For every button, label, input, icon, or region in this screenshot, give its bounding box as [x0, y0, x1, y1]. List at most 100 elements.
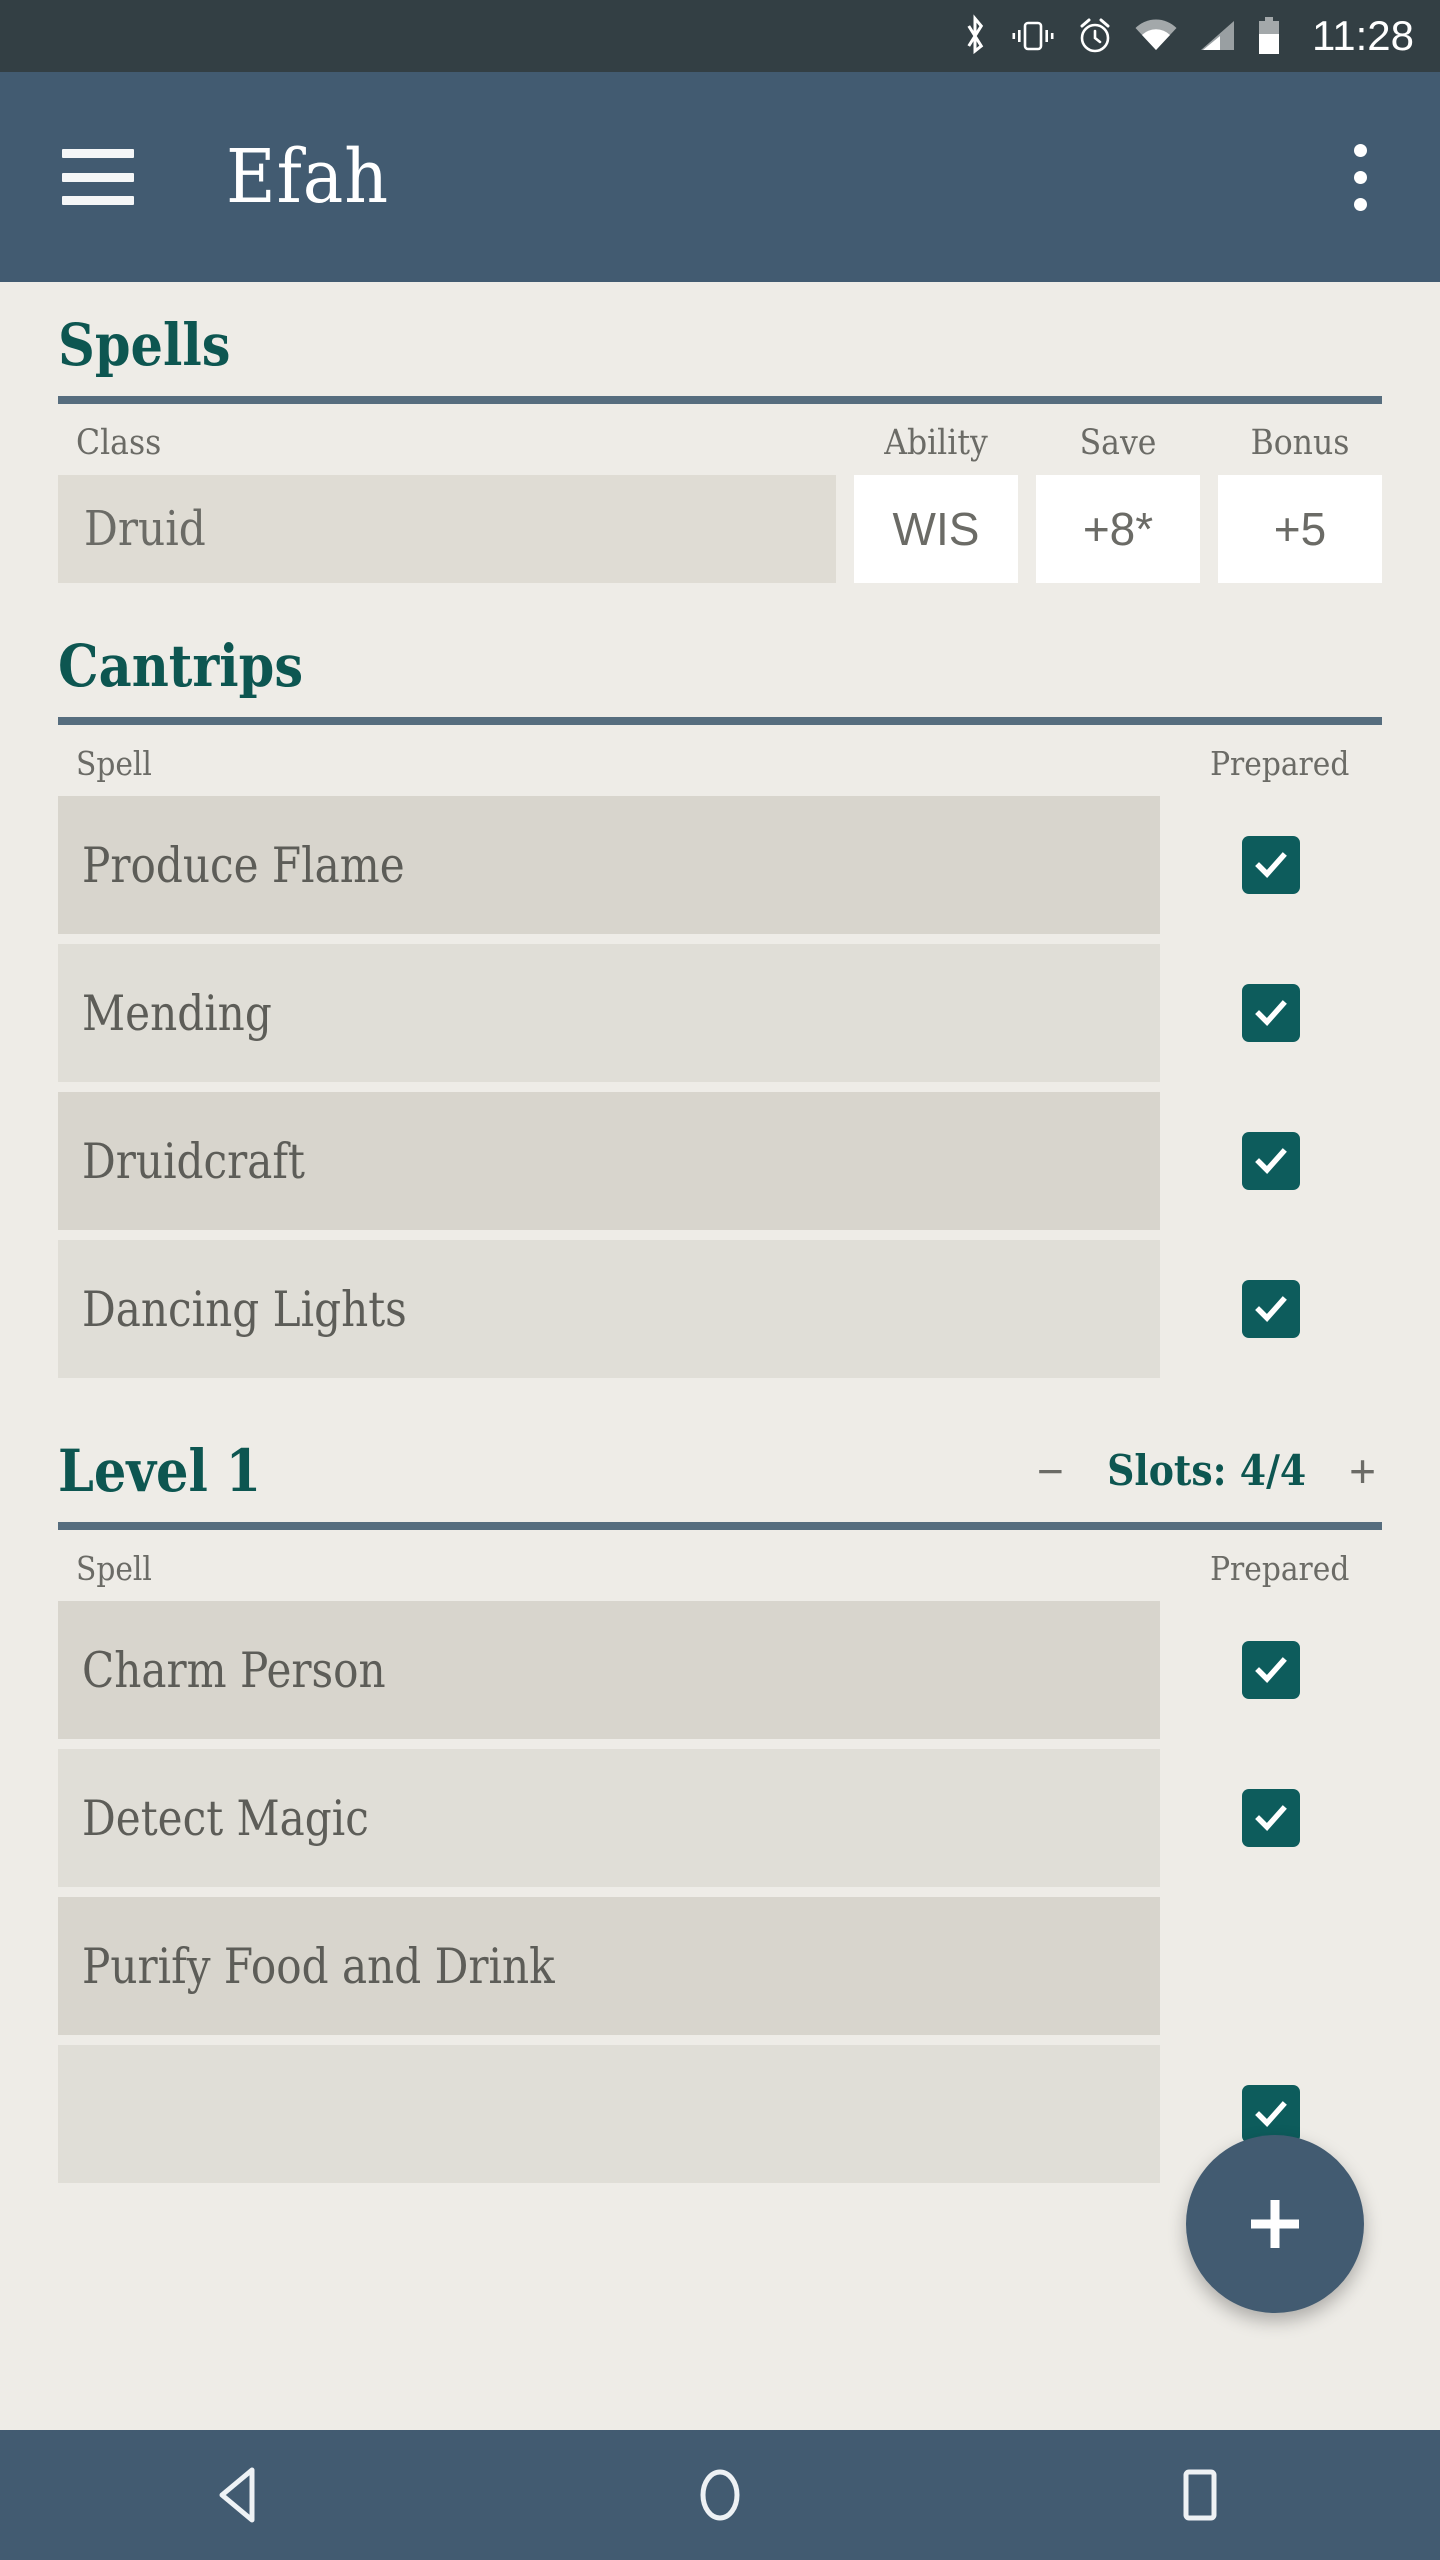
save-value: +8*: [1082, 503, 1154, 555]
spells-heading-row: Spells: [58, 316, 1382, 374]
wifi-icon: [1134, 14, 1178, 58]
page-title: Efah: [226, 134, 390, 220]
home-circle-icon: [700, 2469, 740, 2521]
cantrips-column-headers: Spell Prepared: [58, 725, 1382, 796]
nav-back-button[interactable]: [150, 2430, 330, 2560]
ability-column-header: Ability: [884, 423, 988, 463]
class-name-field[interactable]: Druid: [58, 475, 836, 583]
hamburger-menu-icon[interactable]: [62, 149, 134, 205]
spell-name-cell[interactable]: Purify Food and Drink: [58, 1897, 1160, 2035]
table-row[interactable]: Mending: [58, 944, 1382, 1082]
prepared-checkbox[interactable]: [1242, 1132, 1300, 1190]
cantrips-heading: Cantrips: [58, 632, 304, 700]
spell-name-label: Produce Flame: [82, 836, 405, 894]
app-bar: Efah: [0, 72, 1440, 282]
table-row[interactable]: Charm Person: [58, 1601, 1382, 1739]
ability-value: WIS: [892, 503, 980, 555]
hamburger-line: [62, 172, 134, 182]
bonus-column-header: Bonus: [1250, 423, 1350, 463]
spell-name-cell[interactable]: Mending: [58, 944, 1160, 1082]
spell-name-cell[interactable]: Produce Flame: [58, 796, 1160, 934]
overflow-dot: [1353, 143, 1367, 157]
spells-column-headers: Class Ability Save Bonus: [58, 404, 1382, 475]
spell-name-label: Druidcraft: [82, 1132, 305, 1190]
spell-name-label: Purify Food and Drink: [82, 1937, 555, 1995]
spell-name-label: Detect Magic: [82, 1789, 369, 1847]
spell-name-label: Charm Person: [82, 1641, 386, 1699]
slots-control: − Slots: 4/4 +: [1031, 1448, 1382, 1500]
prepared-cell: [1160, 1280, 1382, 1338]
cantrips-spell-column-header: Spell: [76, 744, 152, 783]
class-name-value: Druid: [84, 501, 206, 557]
hamburger-line: [62, 196, 134, 205]
spell-name-cell[interactable]: Charm Person: [58, 1601, 1160, 1739]
cantrips-heading-row: Cantrips: [58, 637, 1382, 695]
prepared-checkbox[interactable]: [1242, 1789, 1300, 1847]
hamburger-line: [62, 149, 134, 158]
overflow-menu-icon[interactable]: [1330, 132, 1390, 222]
overflow-dot: [1353, 170, 1367, 184]
level1-divider: [58, 1522, 1382, 1530]
slots-increment-button[interactable]: +: [1343, 1448, 1382, 1494]
overflow-dot: [1353, 197, 1367, 211]
spell-name-cell[interactable]: Dancing Lights: [58, 1240, 1160, 1378]
battery-icon: [1256, 14, 1282, 58]
android-navigation-bar: [0, 2430, 1440, 2560]
save-column-header: Save: [1079, 423, 1157, 463]
prepared-cell: [1160, 1789, 1382, 1847]
ability-field[interactable]: WIS: [854, 475, 1018, 583]
table-row[interactable]: Detect Magic: [58, 1749, 1382, 1887]
status-bar: 11:28: [0, 0, 1440, 72]
app-screen: 11:28 Efah Spells Class Ability Save Bon…: [0, 0, 1440, 2560]
table-row[interactable]: [58, 2045, 1382, 2183]
bonus-value: +5: [1273, 503, 1327, 555]
plus-icon: [1251, 2200, 1299, 2248]
level1-prepared-column-header: Prepared: [1210, 1549, 1350, 1588]
spells-heading: Spells: [58, 311, 231, 379]
status-clock: 11:28: [1312, 12, 1414, 59]
prepared-cell: [1160, 836, 1382, 894]
table-row[interactable]: Dancing Lights: [58, 1240, 1382, 1378]
spells-divider: [58, 396, 1382, 404]
recents-square-icon: [1183, 2469, 1217, 2521]
prepared-checkbox[interactable]: [1242, 836, 1300, 894]
vibrate-icon: [1010, 14, 1056, 58]
add-spell-fab-button[interactable]: [1186, 2135, 1364, 2313]
spell-name-label: Dancing Lights: [82, 1280, 407, 1338]
slots-label: Slots: 4/4: [1106, 1446, 1307, 1495]
class-column-header: Class: [76, 423, 162, 463]
prepared-cell: [1160, 1641, 1382, 1699]
level1-heading-row: Level 1 − Slots: 4/4 +: [58, 1442, 1382, 1500]
prepared-cell: [1160, 984, 1382, 1042]
nav-recents-button[interactable]: [1110, 2430, 1290, 2560]
spell-name-cell[interactable]: Detect Magic: [58, 1749, 1160, 1887]
cantrips-divider: [58, 717, 1382, 725]
bonus-field[interactable]: +5: [1218, 475, 1382, 583]
save-field[interactable]: +8*: [1036, 475, 1200, 583]
table-row[interactable]: Druidcraft: [58, 1092, 1382, 1230]
spell-name-cell[interactable]: [58, 2045, 1160, 2183]
level1-heading: Level 1: [58, 1437, 262, 1505]
spell-name-cell[interactable]: Druidcraft: [58, 1092, 1160, 1230]
spellcasting-class-row[interactable]: Druid WIS +8* +5: [58, 475, 1382, 583]
cantrips-prepared-column-header: Prepared: [1210, 744, 1350, 783]
table-row[interactable]: Produce Flame: [58, 796, 1382, 934]
prepared-cell: [1160, 1132, 1382, 1190]
spell-name-label: Mending: [82, 984, 272, 1042]
alarm-icon: [1076, 14, 1114, 58]
main-content[interactable]: Spells Class Ability Save Bonus Druid WI…: [0, 282, 1440, 2430]
back-triangle-icon: [219, 2467, 255, 2523]
prepared-checkbox[interactable]: [1242, 1641, 1300, 1699]
cellular-signal-icon: [1198, 14, 1236, 58]
table-row[interactable]: Purify Food and Drink: [58, 1897, 1382, 2035]
bluetooth-icon: [960, 14, 990, 58]
level1-spell-column-header: Spell: [76, 1549, 152, 1588]
prepared-checkbox[interactable]: [1242, 984, 1300, 1042]
level1-column-headers: Spell Prepared: [58, 1530, 1382, 1601]
nav-home-button[interactable]: [630, 2430, 810, 2560]
prepared-checkbox[interactable]: [1242, 1280, 1300, 1338]
slots-decrement-button[interactable]: −: [1031, 1448, 1070, 1494]
